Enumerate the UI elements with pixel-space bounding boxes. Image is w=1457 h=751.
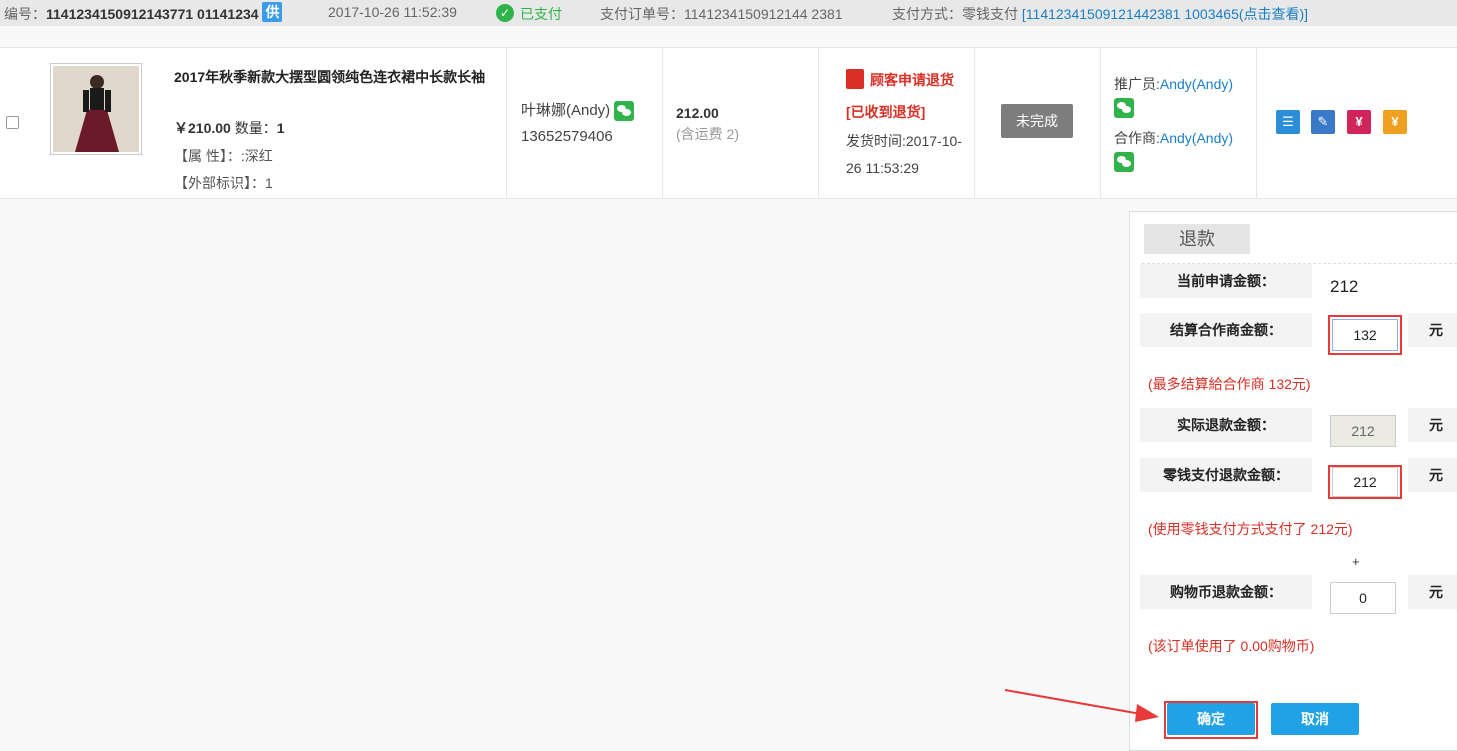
unit-label: 元 [1408, 575, 1457, 609]
wechat-icon[interactable] [1114, 152, 1134, 172]
pay-method: 支付方式：零钱支付 [11412341509121442381 1003465(… [892, 4, 1308, 24]
product-image [53, 66, 139, 152]
wallet-refund-input[interactable]: 212 [1332, 467, 1398, 497]
wechat-icon[interactable] [1114, 98, 1134, 118]
unit-label: 元 [1408, 408, 1457, 442]
order-checkbox[interactable] [6, 116, 19, 129]
plus-sign: + [1352, 554, 1360, 569]
payment-edit-icon[interactable]: ¥ [1383, 110, 1407, 134]
wallet-refund-hint: (使用零钱支付方式支付了 212元) [1148, 521, 1353, 537]
quantity-value: 1 [276, 120, 285, 136]
order-number: 编号：1141234150912143771 01141234 供 [4, 2, 283, 24]
partner-label: 合作商: [1114, 130, 1160, 146]
paid-status-text: 已支付 [520, 6, 562, 22]
pay-method-label: 支付方式：零钱支付 [892, 6, 1018, 22]
settle-partner-input[interactable]: 132 [1332, 319, 1398, 351]
column-divider [506, 48, 507, 199]
product-price: ￥210.00 [174, 120, 231, 136]
wallet-refund-label: 零钱支付退款金额： [1140, 458, 1312, 492]
return-request[interactable]: 顾客申请退货 [846, 69, 954, 91]
shipping-fee: (含运费 2) [676, 126, 739, 142]
pay-method-link[interactable]: [11412341509121442381 1003465(点击查看)] [1022, 6, 1308, 22]
refund-icon[interactable]: ¥ [1347, 110, 1371, 134]
column-divider [1100, 48, 1101, 199]
refund-panel: 退款 当前申请金额： 212 结算合作商金额： 132 元 (最多结算給合作商 … [1129, 211, 1457, 751]
supply-badge: 供 [262, 2, 283, 22]
quantity-label: 数量： [234, 120, 277, 136]
current-amount-value: 212 [1330, 277, 1359, 296]
partner: 合作商:Andy(Andy) [1114, 128, 1233, 148]
unit-label: 元 [1408, 313, 1457, 347]
buyer-phone: 13652579406 [521, 128, 613, 145]
order-header: 编号：1141234150912143771 01141234 供 2017-1… [0, 0, 1457, 26]
buyer-name-line: 叶琳娜(Andy) [521, 99, 635, 122]
unit-label: 元 [1408, 458, 1457, 492]
order-number-value: 1141234150912143771 01141234 [46, 6, 259, 22]
coin-refund-label: 购物币退款金额： [1140, 575, 1312, 609]
buyer-name: 叶琳娜(Andy) [521, 102, 611, 119]
return-received: [已收到退货] [846, 104, 926, 120]
return-bag-icon [846, 69, 864, 90]
pay-order-label: 支付订单号： [600, 6, 684, 22]
refund-tab[interactable]: 退款 [1144, 224, 1250, 254]
product-external-id: 【外部标识】：1 [174, 175, 273, 191]
product-title[interactable]: 2017年秋季新款大摆型圆领纯色连衣裙中长款长袖 [174, 64, 494, 91]
promoter-label: 推广员: [1114, 76, 1160, 92]
confirm-button[interactable]: 确定 [1167, 703, 1255, 735]
column-divider [1256, 48, 1257, 199]
promoter: 推广员:Andy(Andy) [1114, 74, 1233, 94]
partner-value[interactable]: Andy(Andy) [1160, 130, 1233, 146]
order-amount: 212.00 [676, 105, 719, 121]
current-amount-label: 当前申请金额： [1140, 264, 1312, 298]
order-number-label: 编号： [4, 6, 46, 22]
edit-icon[interactable]: ✎ [1311, 110, 1335, 134]
cancel-button[interactable]: 取消 [1271, 703, 1359, 735]
annotation-arrow-icon [1004, 689, 1159, 722]
pay-order-number: 支付订单号：1141234150912144 2381 [600, 4, 843, 24]
actual-refund-input: 212 [1330, 415, 1396, 447]
check-circle-icon: ✓ [496, 4, 514, 23]
coin-refund-hint: (该订单使用了 0.00购物币) [1148, 638, 1315, 654]
wechat-icon[interactable] [614, 101, 635, 122]
order-datetime: 2017-10-26 11:52:39 [328, 4, 457, 20]
product-attribute: 【属 性】：:深红 [174, 148, 273, 164]
product-thumbnail[interactable] [50, 63, 142, 155]
promoter-value[interactable]: Andy(Andy) [1160, 76, 1233, 92]
actual-refund-label: 实际退款金额： [1140, 408, 1312, 442]
settle-partner-hint: (最多结算給合作商 132元) [1148, 376, 1311, 392]
order-row: 2017年秋季新款大摆型圆领纯色连衣裙中长款长袖 ￥210.00 数量：1 【属… [0, 47, 1457, 199]
pay-order-value: 1141234150912144 2381 [684, 6, 843, 22]
column-divider [974, 48, 975, 199]
ship-time: 发货时间:2017-10-26 11:53:29 [846, 133, 962, 176]
status-incomplete-button[interactable]: 未完成 [1001, 104, 1073, 138]
settle-partner-label: 结算合作商金额： [1140, 313, 1312, 347]
product-price-line: ￥210.00 数量：1 [174, 118, 285, 138]
note-icon[interactable]: ☰ [1276, 110, 1300, 134]
column-divider [818, 48, 819, 199]
coin-refund-input[interactable]: 0 [1330, 582, 1396, 614]
paid-status: ✓ 已支付 [496, 4, 562, 24]
column-divider [662, 48, 663, 199]
return-request-text: 顾客申请退货 [870, 72, 954, 88]
